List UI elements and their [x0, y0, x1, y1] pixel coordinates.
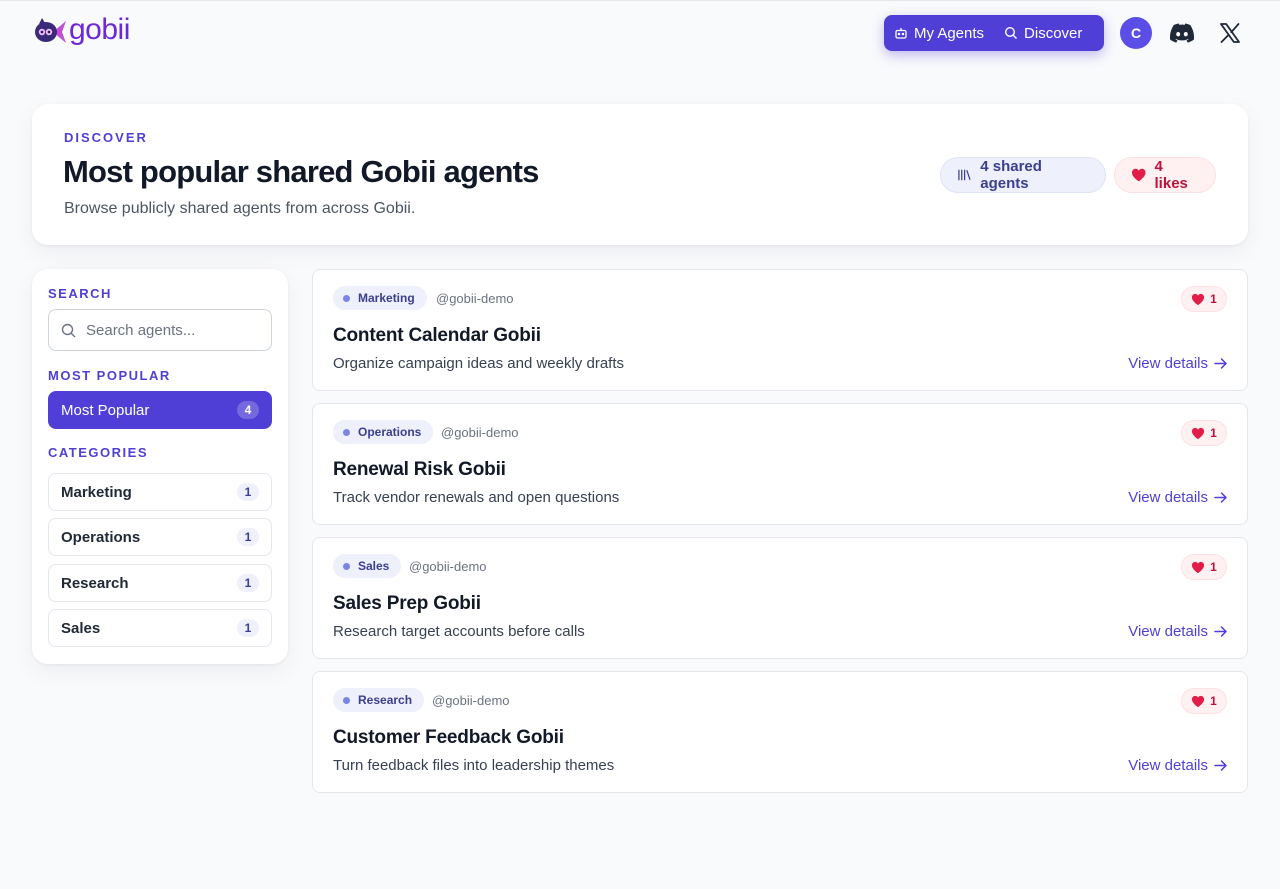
filter-sidebar: SEARCH MOST POPULAR Most Popular 4 CATEG…	[32, 269, 288, 664]
nav-discover[interactable]: Discover	[1004, 25, 1082, 42]
total-likes-count: 4 likes	[1114, 157, 1216, 193]
heart-icon	[1192, 427, 1205, 439]
page-title: Most popular shared Gobii agents	[63, 154, 539, 189]
view-details-label: View details	[1128, 757, 1208, 774]
category-label: Marketing	[61, 483, 132, 501]
view-details-label: View details	[1128, 489, 1208, 506]
primary-nav: My Agents Discover	[884, 15, 1104, 51]
filter-most-popular[interactable]: Most Popular 4	[48, 391, 272, 429]
category-count: 1	[237, 483, 259, 501]
brand-name: gobii	[69, 13, 130, 46]
arrow-right-icon	[1214, 626, 1227, 637]
like-count: 1	[1210, 292, 1217, 306]
category-tag-label: Marketing	[358, 291, 415, 305]
category-label: Operations	[61, 528, 141, 546]
like-button[interactable]: 1	[1181, 688, 1227, 714]
popular-section-label: MOST POPULAR	[48, 368, 171, 383]
category-tag: Research	[333, 688, 425, 712]
view-details-label: View details	[1128, 355, 1208, 372]
agent-title: Content Calendar Gobii	[333, 325, 541, 346]
category-operations[interactable]: Operations 1	[48, 518, 272, 556]
nav-discover-label: Discover	[1024, 24, 1083, 42]
like-button[interactable]: 1	[1181, 554, 1227, 580]
tag-dot-icon	[343, 696, 350, 704]
category-count: 1	[237, 574, 259, 592]
view-details-link[interactable]: View details	[1128, 757, 1227, 774]
top-header: gobii My Agents Discover C	[0, 1, 1280, 65]
view-details-link[interactable]: View details	[1128, 489, 1227, 506]
category-count: 1	[237, 619, 259, 637]
agent-card[interactable]: Marketing @gobii-demo 1 Content Calendar…	[312, 269, 1248, 391]
filter-most-popular-label: Most Popular	[61, 401, 150, 419]
search-icon	[1005, 26, 1018, 39]
agent-description: Track vendor renewals and open questions	[333, 489, 620, 506]
x-twitter-icon[interactable]	[1220, 23, 1240, 43]
like-count: 1	[1210, 426, 1217, 440]
heart-icon	[1192, 293, 1205, 305]
agent-card[interactable]: Operations @gobii-demo 1 Renewal Risk Go…	[312, 403, 1248, 525]
search-icon	[61, 323, 76, 337]
shared-agents-count: 4 shared agents	[940, 157, 1106, 193]
arrow-right-icon	[1214, 492, 1227, 503]
agent-owner: @gobii-demo	[432, 693, 510, 708]
arrow-right-icon	[1214, 358, 1227, 369]
tag-dot-icon	[343, 428, 350, 436]
like-count: 1	[1210, 694, 1217, 708]
discord-icon[interactable]	[1170, 23, 1194, 43]
categories-section-label: CATEGORIES	[48, 445, 148, 460]
tag-dot-icon	[343, 562, 350, 570]
heart-icon	[1192, 561, 1205, 573]
gobii-mascot-icon	[35, 18, 66, 43]
discover-hero: DISCOVER Most popular shared Gobii agent…	[32, 104, 1248, 245]
agent-title: Customer Feedback Gobii	[333, 727, 564, 748]
agent-owner: @gobii-demo	[436, 291, 514, 306]
like-count: 1	[1210, 560, 1217, 574]
category-research[interactable]: Research 1	[48, 564, 272, 602]
category-tag-label: Sales	[358, 559, 390, 573]
category-count: 1	[237, 528, 259, 546]
gobii-logo[interactable]: gobii	[33, 15, 130, 49]
category-tag: Marketing	[333, 286, 427, 310]
view-details-label: View details	[1128, 623, 1208, 640]
like-button[interactable]: 1	[1181, 286, 1227, 312]
category-label: Research	[61, 574, 129, 592]
agent-description: Turn feedback files into leadership them…	[333, 757, 615, 774]
hero-eyebrow: DISCOVER	[64, 130, 148, 145]
nav-my-agents[interactable]: My Agents	[894, 25, 984, 42]
heart-icon	[1192, 695, 1205, 707]
agent-card[interactable]: Sales @gobii-demo 1 Sales Prep Gobii Res…	[312, 537, 1248, 659]
agent-title: Renewal Risk Gobii	[333, 459, 506, 480]
category-tag: Sales	[333, 554, 402, 578]
agent-description: Organize campaign ideas and weekly draft…	[333, 355, 624, 372]
likes-label: 4 likes	[1154, 158, 1188, 192]
category-tag-label: Operations	[358, 425, 422, 439]
robot-icon	[895, 28, 907, 39]
category-tag: Operations	[333, 420, 434, 444]
agent-owner: @gobii-demo	[441, 425, 519, 440]
category-sales[interactable]: Sales 1	[48, 609, 272, 647]
shared-agents-label: 4 shared agents	[980, 158, 1042, 192]
category-tag-label: Research	[358, 693, 413, 707]
search-box[interactable]	[48, 309, 272, 351]
agent-description: Research target accounts before calls	[333, 623, 585, 640]
search-section-label: SEARCH	[48, 286, 112, 301]
category-label: Sales	[61, 619, 101, 637]
like-button[interactable]: 1	[1181, 420, 1227, 446]
view-details-link[interactable]: View details	[1128, 355, 1227, 372]
agent-owner: @gobii-demo	[409, 559, 487, 574]
page-subtitle: Browse publicly shared agents from acros…	[64, 200, 416, 217]
agent-card[interactable]: Research @gobii-demo 1 Customer Feedback…	[312, 671, 1248, 793]
avatar-initial: C	[1130, 25, 1142, 41]
arrow-right-icon	[1214, 760, 1227, 771]
view-details-link[interactable]: View details	[1128, 623, 1227, 640]
tag-dot-icon	[343, 294, 350, 302]
nav-my-agents-label: My Agents	[914, 24, 985, 42]
search-input[interactable]	[86, 321, 256, 339]
category-marketing[interactable]: Marketing 1	[48, 473, 272, 511]
agent-title: Sales Prep Gobii	[333, 593, 481, 614]
user-avatar[interactable]: C	[1120, 17, 1152, 49]
filter-count: 4	[237, 401, 259, 419]
library-icon	[958, 169, 971, 181]
heart-icon	[1131, 168, 1146, 182]
